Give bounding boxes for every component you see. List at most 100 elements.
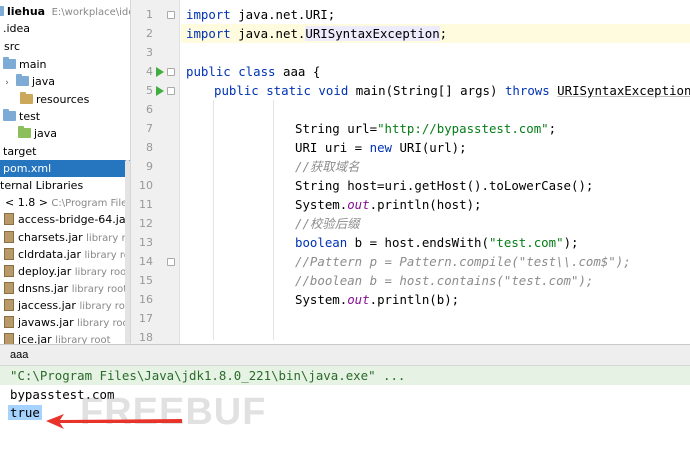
code-field: out xyxy=(347,292,370,307)
code-text: java.net.URI; xyxy=(230,7,336,22)
tree-item-label: jaccess.jar xyxy=(18,299,76,312)
tree-item-label: charsets.jar xyxy=(18,231,83,244)
folder-icon xyxy=(16,74,29,86)
code-text: aaa { xyxy=(275,64,321,79)
code-keyword: throws xyxy=(504,83,550,98)
folder-icon xyxy=(0,6,4,16)
line-number: 13 xyxy=(139,236,153,249)
jar-icon xyxy=(4,299,14,311)
tree-item-jdk[interactable]: < 1.8 > C:\Program Files\ xyxy=(0,194,130,211)
code-string: "test.com" xyxy=(488,235,564,250)
code-text: System. xyxy=(295,292,348,307)
code-line-1: import java.net.URI; xyxy=(186,5,335,24)
line-number: 17 xyxy=(139,312,153,325)
tree-item-src[interactable]: src xyxy=(0,38,130,55)
tree-item-pom[interactable]: pom.xml xyxy=(0,160,130,177)
tree-item-main-java[interactable]: › java xyxy=(0,73,130,92)
fold-icon[interactable] xyxy=(167,11,175,19)
tree-item-jar[interactable]: access-bridge-64.jar lib xyxy=(0,211,130,228)
tree-item-resources[interactable]: resources xyxy=(0,91,130,108)
tree-item-extra: library root xyxy=(55,335,111,344)
tree-scrollbar[interactable] xyxy=(125,160,130,344)
code-editor[interactable]: import java.net.URI; import java.net.URI… xyxy=(181,0,690,344)
jar-icon xyxy=(4,316,14,328)
line-number: 5 xyxy=(146,84,153,97)
tree-item-label: dnsns.jar xyxy=(18,282,69,295)
indent-guide xyxy=(273,100,274,340)
tree-item-label: javaws.jar xyxy=(18,316,74,329)
code-line-12: //校验后缀 xyxy=(295,216,360,231)
tree-item-label: java xyxy=(34,127,58,140)
tree-item-jar[interactable]: jce.jar library root xyxy=(0,331,130,344)
code-text: System. xyxy=(295,197,348,212)
code-keyword: public static void xyxy=(214,83,349,98)
folder-icon xyxy=(3,109,16,121)
line-number: 15 xyxy=(139,274,153,287)
fold-icon[interactable] xyxy=(167,68,175,76)
console-output-true: true xyxy=(8,405,42,420)
tree-root-name: liehua xyxy=(7,5,46,18)
code-text: URI uri = xyxy=(295,140,370,155)
code-text: java.net. xyxy=(230,26,306,41)
line-number: 9 xyxy=(146,160,153,173)
line-number: 6 xyxy=(146,103,153,116)
code-class-ref: URISyntaxException xyxy=(557,83,690,98)
tree-item-label: jce.jar xyxy=(18,333,52,344)
tree-item-label: deploy.jar xyxy=(18,265,72,278)
console-command[interactable]: "C:\Program Files\Java\jdk1.8.0_221\bin\… xyxy=(10,367,405,385)
tree-item-test[interactable]: test xyxy=(0,108,130,125)
tree-item-target[interactable]: target xyxy=(0,143,130,160)
code-text: String url= xyxy=(295,121,378,136)
tree-item-extra: library root xyxy=(77,318,131,329)
line-number: 3 xyxy=(146,46,153,59)
code-line-9: //获取域名 xyxy=(295,159,360,174)
code-keyword: import xyxy=(186,7,231,22)
code-line-16: System.out.println(b); xyxy=(295,290,459,309)
line-number: 12 xyxy=(139,217,153,230)
tree-item-jar[interactable]: jaccess.jar library root xyxy=(0,297,131,314)
code-text: .println(b); xyxy=(369,292,460,307)
line-number: 16 xyxy=(139,293,153,306)
fold-icon[interactable] xyxy=(167,87,175,95)
line-number: 4 xyxy=(146,65,153,78)
tree-item-label: < 1.8 > xyxy=(5,196,48,209)
line-number: 10 xyxy=(139,179,153,192)
code-text: ); xyxy=(563,235,579,250)
tree-item-external-libraries[interactable]: ternal Libraries xyxy=(0,177,130,194)
tree-item-main[interactable]: main xyxy=(0,56,130,73)
tree-item-label: .idea xyxy=(3,22,31,35)
tree-item-extra: library root xyxy=(74,267,131,278)
run-tab-label: aaa xyxy=(10,349,29,361)
run-tab[interactable]: aaa xyxy=(4,347,34,364)
run-class-icon[interactable] xyxy=(156,67,164,77)
test-folder-icon xyxy=(18,126,31,138)
project-tool-window: liehua E:\workplace\idea .idea src main … xyxy=(0,0,131,344)
tree-root[interactable]: liehua E:\workplace\idea xyxy=(0,3,130,20)
indent-guide xyxy=(213,100,214,340)
code-class-ref: URISyntaxException xyxy=(305,26,440,41)
line-number: 8 xyxy=(146,141,153,154)
tree-item-extra: library root xyxy=(79,301,131,312)
code-text: .println(host); xyxy=(369,197,482,212)
code-line-7: String url="http://bypasstest.com"; xyxy=(295,119,556,138)
code-string: "http://bypasstest.com" xyxy=(377,121,549,136)
code-field: out xyxy=(347,197,370,212)
tree-item-jar[interactable]: cldrdata.jar library root xyxy=(0,246,130,263)
tree-item-jar[interactable]: charsets.jar library root xyxy=(0,229,130,246)
code-text: ; xyxy=(548,121,557,136)
jar-icon xyxy=(4,282,14,294)
tree-item-idea[interactable]: .idea xyxy=(0,20,130,37)
tree-item-jar[interactable]: deploy.jar library root xyxy=(0,263,131,280)
code-text: ; xyxy=(439,26,448,41)
chevron-right-icon[interactable]: › xyxy=(2,75,12,92)
folder-icon xyxy=(3,57,16,69)
resources-folder-icon xyxy=(20,92,33,104)
jar-icon xyxy=(4,248,14,260)
code-line-2: import java.net.URISyntaxException; xyxy=(186,24,447,43)
tree-item-extra: library root xyxy=(71,284,128,295)
tree-item-jar[interactable]: javaws.jar library root xyxy=(0,314,131,331)
tree-item-test-java[interactable]: java xyxy=(0,125,130,142)
fold-icon[interactable] xyxy=(167,258,175,266)
run-main-icon[interactable] xyxy=(156,86,164,96)
tree-item-jar[interactable]: dnsns.jar library root xyxy=(0,280,130,297)
